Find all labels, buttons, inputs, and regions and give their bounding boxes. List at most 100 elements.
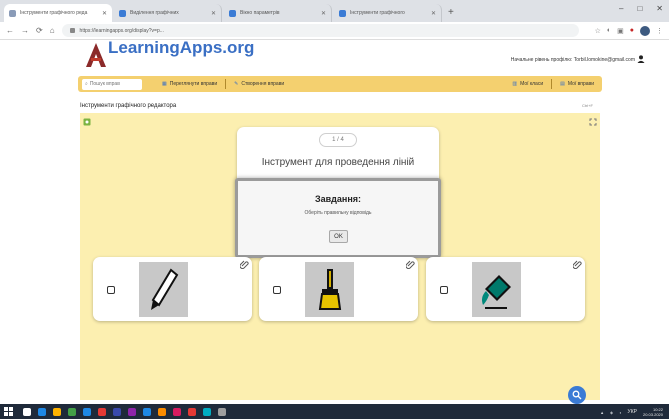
question-counter: 1 / 4 bbox=[319, 133, 357, 147]
clock-date: 20.03.2020 bbox=[642, 412, 663, 417]
language-indicator[interactable]: УКР bbox=[628, 409, 637, 415]
paperclip-icon bbox=[406, 260, 415, 269]
nav-browse-apps[interactable]: ▦ Переглянути вправи bbox=[162, 81, 217, 87]
question-title: Інструмент для проведення ліній bbox=[261, 157, 415, 168]
taskbar-app-icon[interactable] bbox=[68, 407, 76, 416]
favicon-icon bbox=[229, 9, 236, 17]
taskbar-apps bbox=[23, 407, 233, 416]
close-tab-icon[interactable]: ✕ bbox=[102, 10, 107, 17]
nav-create-app[interactable]: ✎ Створення вправи bbox=[234, 81, 284, 87]
help-button[interactable] bbox=[568, 386, 586, 404]
favicon-icon bbox=[119, 9, 126, 17]
windows-start-icon[interactable] bbox=[4, 407, 13, 416]
minimize-button[interactable]: – bbox=[619, 4, 623, 13]
ok-button[interactable]: OK bbox=[329, 230, 348, 243]
taskbar-app-icon[interactable] bbox=[188, 407, 196, 416]
back-button[interactable]: ← bbox=[6, 26, 14, 35]
reload-button[interactable]: ⟳ bbox=[36, 26, 43, 35]
search-icon bbox=[572, 390, 582, 400]
extension-icon[interactable]: ▣ bbox=[617, 27, 624, 35]
answer-card[interactable] bbox=[93, 257, 252, 321]
home-button[interactable]: ⌂ bbox=[50, 26, 55, 35]
pencil-icon: ✎ bbox=[234, 81, 239, 87]
site-nav: ⌕ ▦ Переглянути вправи ✎ Створення вправ… bbox=[78, 76, 602, 92]
site-logo[interactable]: LearningApps.org bbox=[108, 38, 254, 58]
window-controls: – □ ✕ bbox=[619, 4, 663, 13]
forward-button[interactable]: → bbox=[21, 26, 29, 35]
url-field[interactable]: https://learningapps.org/display?v=p... bbox=[61, 24, 579, 37]
clock[interactable]: 10:22 20.03.2020 bbox=[643, 407, 663, 417]
taskbar-app-icon[interactable] bbox=[128, 407, 136, 416]
classes-icon: ▥ bbox=[512, 81, 518, 87]
user-email[interactable]: Начальне рівень профілю: Torbil.lomokine… bbox=[511, 57, 635, 63]
taskbar-app-icon[interactable] bbox=[38, 407, 46, 416]
taskbar-app-icon[interactable] bbox=[53, 407, 61, 416]
paperclip-icon bbox=[240, 260, 249, 269]
nav-my-apps[interactable]: ▤ Мої вправи bbox=[560, 81, 594, 87]
tab-label: Інструменти графічного bbox=[350, 10, 405, 16]
taskbar-app-icon[interactable] bbox=[98, 407, 106, 416]
network-icon[interactable]: ◈ bbox=[610, 410, 613, 415]
nav-divider bbox=[225, 79, 227, 89]
close-window-button[interactable]: ✕ bbox=[656, 4, 663, 13]
browser-tab[interactable]: Інструменти графічного реда ✕ bbox=[4, 4, 112, 22]
taskbar-app-icon[interactable] bbox=[218, 407, 226, 416]
taskbar-app-icon[interactable] bbox=[158, 407, 166, 416]
fullscreen-link[interactable]: Ctrl+F bbox=[582, 103, 593, 108]
browser-tab[interactable]: Вікно параметрів ✕ bbox=[224, 4, 332, 22]
menu-icon[interactable]: ⋮ bbox=[656, 27, 663, 35]
nav-create-label: Створення вправи bbox=[241, 81, 285, 87]
answer-card[interactable] bbox=[259, 257, 418, 321]
maximize-button[interactable]: □ bbox=[637, 4, 642, 13]
close-tab-icon[interactable]: ✕ bbox=[211, 10, 216, 17]
task-dialog: Завдання: Оберіть правильну відповідь OK bbox=[235, 178, 441, 258]
nav-browse-label: Переглянути вправи bbox=[169, 81, 218, 87]
paperclip-icon bbox=[573, 260, 582, 269]
brush-tool-icon bbox=[305, 262, 354, 317]
page-title: Інструменти графічного редактора bbox=[80, 103, 177, 109]
task-title: Завдання: bbox=[314, 194, 361, 204]
taskbar-app-icon[interactable] bbox=[173, 407, 181, 416]
tab-label: Інструменти графічного реда bbox=[20, 10, 88, 16]
browser-tab-bar: Інструменти графічного реда ✕ Виділення … bbox=[0, 0, 669, 22]
answer-checkbox[interactable] bbox=[273, 286, 281, 294]
answer-card[interactable] bbox=[426, 257, 585, 321]
user-icon[interactable] bbox=[637, 55, 645, 63]
app-area: 1 / 4 Інструмент для проведення ліній За… bbox=[80, 113, 600, 400]
tray-arrow-icon[interactable]: ▲ bbox=[600, 410, 604, 415]
taskbar-app-icon[interactable] bbox=[83, 407, 91, 416]
taskbar-app-icon[interactable] bbox=[143, 407, 151, 416]
extension-icon[interactable]: ◐ bbox=[607, 27, 611, 34]
answer-checkbox[interactable] bbox=[440, 286, 448, 294]
new-tab-button[interactable]: + bbox=[448, 7, 454, 18]
answer-checkbox[interactable] bbox=[107, 286, 115, 294]
grid-icon: ▦ bbox=[162, 81, 167, 87]
address-bar: ← → ⟳ ⌂ https://learningapps.org/display… bbox=[0, 22, 669, 40]
nav-my-classes[interactable]: ▥ Мої класи bbox=[512, 81, 543, 87]
close-tab-icon[interactable]: ✕ bbox=[321, 10, 326, 17]
logo-icon[interactable] bbox=[85, 42, 107, 68]
puzzle-icon[interactable] bbox=[83, 118, 91, 126]
close-tab-icon[interactable]: ✕ bbox=[431, 10, 436, 17]
nav-classes-label: Мої класи bbox=[520, 81, 544, 87]
favicon-icon bbox=[339, 9, 346, 17]
lock-icon bbox=[69, 28, 75, 33]
taskbar-app-icon[interactable] bbox=[113, 407, 121, 416]
profile-avatar[interactable] bbox=[640, 25, 650, 36]
volume-icon[interactable]: ◖ bbox=[619, 410, 621, 415]
apps-icon: ▤ bbox=[560, 81, 565, 87]
answer-cards bbox=[93, 257, 585, 321]
taskbar-app-icon[interactable] bbox=[23, 407, 31, 416]
star-icon[interactable]: ☆ bbox=[595, 27, 601, 35]
browser-tab[interactable]: Інструменти графічного ✕ bbox=[334, 4, 442, 22]
fullscreen-icon[interactable] bbox=[589, 118, 597, 126]
search-input[interactable] bbox=[89, 81, 138, 87]
url-text: https://learningapps.org/display?v=p... bbox=[79, 27, 164, 34]
browser-tab[interactable]: Виділення графічних ✕ bbox=[114, 4, 222, 22]
nav-apps-label: Мої вправи bbox=[567, 81, 594, 87]
taskbar-app-icon[interactable] bbox=[203, 407, 211, 416]
extension-red-icon[interactable]: ● bbox=[630, 27, 634, 34]
system-tray: ▲ ◈ ◖ УКР 10:22 20.03.2020 bbox=[600, 407, 663, 417]
task-text: Оберіть правильну відповідь bbox=[304, 210, 372, 216]
search-icon: ⌕ bbox=[85, 81, 88, 87]
